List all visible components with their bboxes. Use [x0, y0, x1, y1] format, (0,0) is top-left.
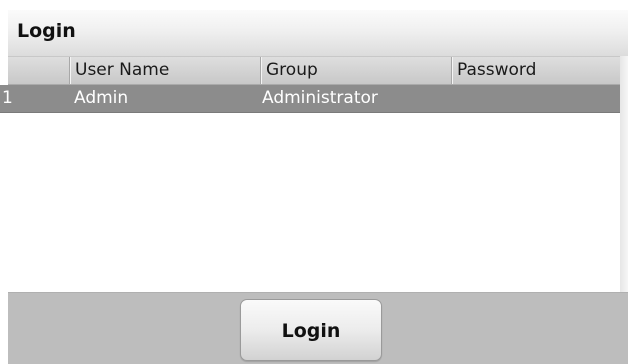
- table-row[interactable]: 1 Admin Administrator: [0, 85, 628, 113]
- row-index: 1: [2, 88, 13, 108]
- table-header: User Name Group Password: [8, 57, 628, 85]
- page-title: Login: [17, 20, 76, 42]
- column-header-user-name: User Name: [75, 60, 170, 80]
- bottom-button-bar: Login: [8, 292, 628, 364]
- column-header-password: Password: [457, 60, 537, 80]
- login-button[interactable]: Login: [240, 299, 382, 361]
- login-screen: Login User Name Group Password 1 Admin A…: [0, 0, 628, 364]
- row-group: Administrator: [262, 88, 378, 108]
- title-bar: Login: [8, 10, 628, 57]
- column-header-index: [8, 57, 69, 84]
- row-user-name: Admin: [74, 88, 129, 108]
- column-header-group: Group: [266, 60, 318, 80]
- user-list-empty-area: [8, 113, 628, 292]
